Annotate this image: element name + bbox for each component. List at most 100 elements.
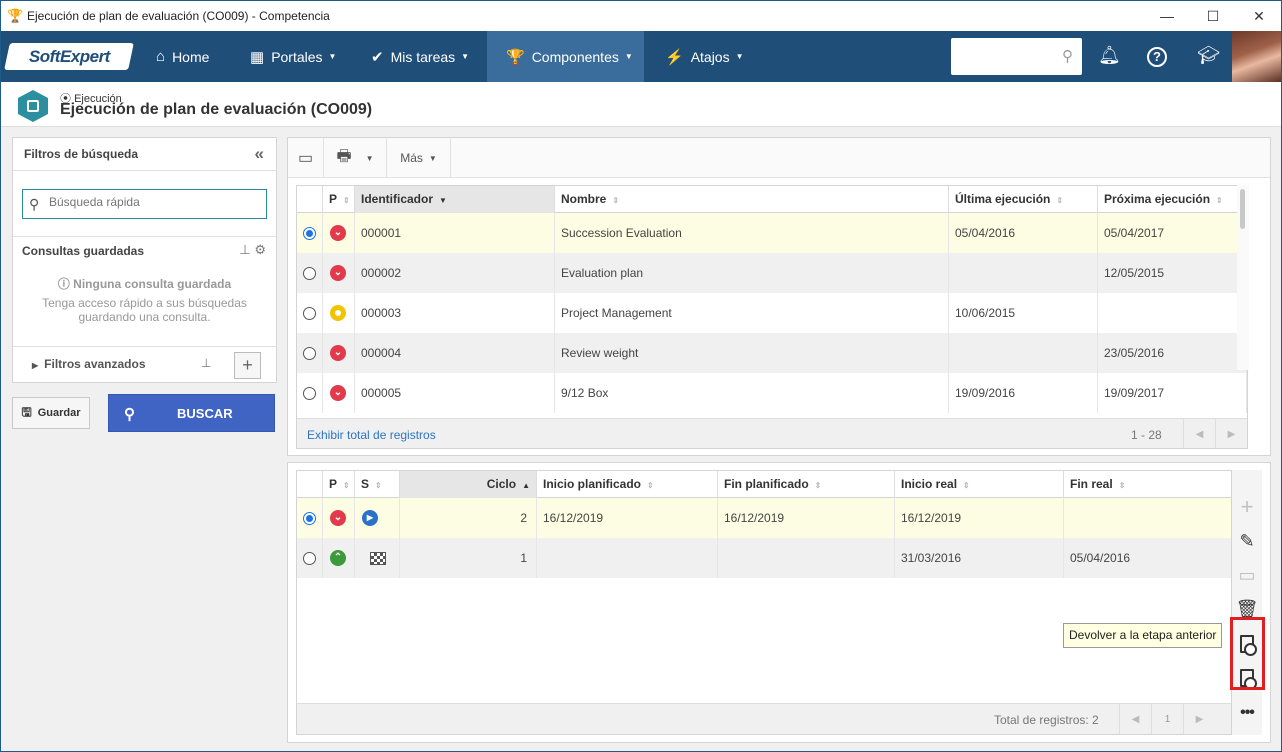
next-page-button[interactable]: ▶ bbox=[1215, 419, 1247, 448]
table-row[interactable]: ⌄ 000005 9/12 Box 19/09/2016 19/09/2017 bbox=[297, 373, 1247, 413]
tooltip: Devolver a la etapa anterior bbox=[1063, 623, 1223, 648]
column-header-inicio-planificado[interactable]: Inicio planificado ⇕ bbox=[537, 471, 718, 498]
view-icon[interactable]: ▭ bbox=[1232, 560, 1262, 590]
plans-grid: P ⇕ Identificador ▼ Nombre ⇕ Última ejecuci… bbox=[296, 185, 1248, 449]
view-icon[interactable]: ▭ bbox=[288, 138, 324, 178]
table-row[interactable]: ⌄ 000001 Succession Evaluation 05/04/201… bbox=[297, 213, 1247, 253]
table-row[interactable]: ⌃ 1 31/03/2016 05/04/2016 bbox=[297, 538, 1231, 578]
check-icon: ✔ bbox=[371, 48, 384, 66]
column-header-fin-planificado[interactable]: Fin planificado ⇕ bbox=[718, 471, 895, 498]
nav-componentes[interactable]: 🏆 Componentes ▼ bbox=[487, 31, 644, 82]
prev-page-button[interactable]: ◀ bbox=[1119, 704, 1151, 734]
chevron-down-icon: ▼ bbox=[735, 52, 744, 61]
radio-unselected[interactable] bbox=[303, 307, 316, 320]
add-filter-button[interactable]: + bbox=[234, 352, 261, 379]
scrollbar-thumb[interactable] bbox=[1240, 189, 1245, 229]
row-select[interactable] bbox=[297, 498, 323, 538]
column-inicio-real-label: Inicio real bbox=[901, 477, 958, 491]
print-button[interactable]: 🖶 ▼ bbox=[324, 138, 387, 178]
column-header-ciclo[interactable]: Ciclo ▲ bbox=[400, 471, 537, 498]
help-icon[interactable]: ? bbox=[1147, 47, 1167, 67]
gear-icon[interactable]: ⚙ bbox=[254, 242, 266, 257]
column-header-s[interactable]: S ⇕ bbox=[355, 471, 400, 498]
chevron-down-red-icon: ⌄ bbox=[330, 510, 346, 526]
table-row[interactable]: ⌄ 000004 Review weight 23/05/2016 bbox=[297, 333, 1247, 373]
column-header-inicio-real[interactable]: Inicio real ⇕ bbox=[895, 471, 1064, 498]
quick-search-field[interactable]: ⚲ bbox=[22, 189, 267, 219]
collapse-icon[interactable]: « bbox=[255, 144, 264, 164]
play-icon: ▶ bbox=[362, 510, 378, 526]
column-header-p[interactable]: P ⇕ bbox=[323, 186, 355, 213]
search-button[interactable]: ⚲ BUSCAR bbox=[108, 394, 275, 432]
scrollbar[interactable] bbox=[1237, 185, 1249, 370]
trophy-icon: 🏆 bbox=[7, 8, 24, 23]
plan-start-cell: 16/12/2019 bbox=[537, 498, 718, 538]
radio-selected[interactable] bbox=[303, 512, 316, 525]
radio-unselected[interactable] bbox=[303, 552, 316, 565]
brush-icon[interactable]: ⊥ bbox=[239, 242, 250, 257]
radio-unselected[interactable] bbox=[303, 267, 316, 280]
row-select[interactable] bbox=[297, 538, 323, 578]
nav-home[interactable]: ⌂ Home bbox=[156, 31, 209, 82]
row-select[interactable] bbox=[297, 253, 323, 293]
radio-unselected[interactable] bbox=[303, 387, 316, 400]
nav-portales[interactable]: ▦ Portales ▼ bbox=[250, 31, 336, 82]
chevron-right-icon: ▶ bbox=[32, 361, 39, 370]
graduation-cap-icon[interactable]: 🎓︎ bbox=[1197, 45, 1220, 66]
user-avatar[interactable] bbox=[1232, 31, 1281, 82]
search-icon: ⚲ bbox=[29, 196, 40, 212]
row-select[interactable] bbox=[297, 293, 323, 333]
no-saved-description: Tenga acceso rápido a sus búsquedas guar… bbox=[42, 296, 247, 324]
no-saved-label: Ninguna consulta guardada bbox=[73, 277, 232, 291]
radio-selected[interactable] bbox=[303, 227, 316, 240]
minimize-button[interactable]: — bbox=[1144, 1, 1190, 31]
column-header-ultima[interactable]: Última ejecución ⇕ bbox=[949, 186, 1098, 213]
row-select[interactable] bbox=[297, 213, 323, 253]
nav-componentes-label: Componentes bbox=[531, 48, 619, 65]
next-exec-cell: 12/05/2015 bbox=[1098, 253, 1247, 293]
next-page-button[interactable]: ▶ bbox=[1183, 704, 1215, 734]
grid-toolbar: ▭ 🖶 ▼ Más ▼ bbox=[288, 138, 1270, 178]
add-icon[interactable]: + bbox=[1232, 492, 1262, 522]
column-header-proxima[interactable]: Próxima ejecución ⇕ bbox=[1098, 186, 1247, 213]
softexpert-logo[interactable]: SoftExpert bbox=[4, 43, 134, 70]
more-button[interactable]: Más ▼ bbox=[387, 138, 451, 178]
nav-atajos[interactable]: ⚡ Atajos ▼ bbox=[665, 31, 744, 82]
quick-search-input[interactable] bbox=[49, 195, 259, 209]
global-search-input[interactable]: ⚲ bbox=[951, 38, 1082, 75]
column-header-identificador[interactable]: Identificador ▼ bbox=[355, 186, 555, 213]
row-select[interactable] bbox=[297, 373, 323, 413]
filters-header: Filtros de búsqueda « bbox=[13, 138, 276, 171]
name-cell: 9/12 Box bbox=[555, 373, 949, 413]
bell-icon[interactable]: 🔔︎ bbox=[1098, 45, 1121, 66]
last-exec-cell bbox=[949, 333, 1098, 373]
radio-unselected[interactable] bbox=[303, 347, 316, 360]
plan-end-cell: 16/12/2019 bbox=[718, 498, 895, 538]
sort-icon: ⇕ bbox=[1118, 481, 1126, 490]
advanced-filters-toggle[interactable]: ▶ Filtros avanzados bbox=[32, 357, 146, 371]
sort-icon: ⇕ bbox=[1056, 196, 1064, 205]
nav-mis-tareas[interactable]: ✔ Mis tareas ▼ bbox=[371, 31, 469, 82]
column-nombre-label: Nombre bbox=[561, 192, 607, 206]
application-window: 🏆 Ejecución de plan de evaluación (CO009… bbox=[0, 0, 1282, 752]
column-header-fin-real[interactable]: Fin real ⇕ bbox=[1064, 471, 1231, 498]
brush-icon[interactable]: ⊥ bbox=[201, 356, 211, 370]
prev-page-button[interactable]: ◀ bbox=[1183, 419, 1215, 448]
save-button[interactable]: 🖫 Guardar bbox=[12, 397, 90, 429]
plan-start-cell bbox=[537, 538, 718, 578]
table-row[interactable]: ⌄ 000002 Evaluation plan 12/05/2015 bbox=[297, 253, 1247, 293]
column-header-p[interactable]: P ⇕ bbox=[323, 471, 355, 498]
next-exec-cell: 23/05/2016 bbox=[1098, 333, 1247, 373]
column-header-nombre[interactable]: Nombre ⇕ bbox=[555, 186, 949, 213]
table-row[interactable]: ⌄ ▶ 2 16/12/2019 16/12/2019 16/12/2019 bbox=[297, 498, 1231, 538]
status-cell bbox=[323, 293, 355, 333]
nav-mis-tareas-label: Mis tareas bbox=[390, 48, 456, 65]
s-cell bbox=[355, 538, 400, 578]
more-options-icon[interactable]: ••• bbox=[1232, 698, 1262, 728]
row-select[interactable] bbox=[297, 333, 323, 373]
close-button[interactable]: ✕ bbox=[1236, 1, 1282, 31]
show-total-link[interactable]: Exhibir total de registros bbox=[307, 428, 436, 442]
pencil-icon[interactable]: ✎ bbox=[1232, 526, 1262, 556]
table-row[interactable]: 000003 Project Management 10/06/2015 bbox=[297, 293, 1247, 333]
maximize-button[interactable]: ☐ bbox=[1190, 1, 1236, 31]
